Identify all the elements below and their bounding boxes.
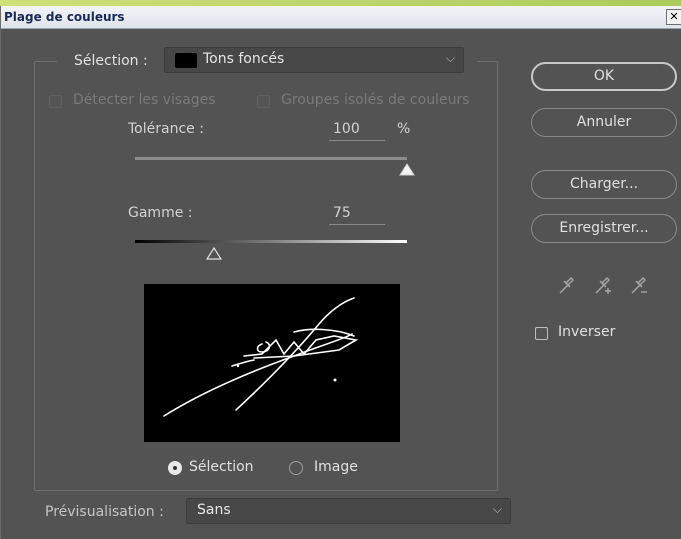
preview-mode-label: Prévisualisation : <box>45 504 164 520</box>
invert-checkbox[interactable] <box>535 327 548 340</box>
tolerance-value-field[interactable]: 100 <box>333 121 360 137</box>
preview-mode-value: Sans <box>197 502 231 518</box>
view-image-radio[interactable] <box>289 461 303 475</box>
view-selection-label: Sélection <box>189 459 254 475</box>
eyedropper-add-icon[interactable] <box>593 276 613 296</box>
selection-value: Tons foncés <box>203 51 285 67</box>
tolerance-slider-track[interactable] <box>135 157 407 160</box>
selection-label: Sélection : <box>74 53 148 69</box>
color-swatch <box>175 53 197 68</box>
eyedropper-subtract-icon[interactable] <box>629 276 649 296</box>
tolerance-slider-thumb[interactable] <box>399 163 415 176</box>
eyedropper-icon[interactable] <box>557 276 575 296</box>
range-slider-thumb[interactable] <box>205 247 222 260</box>
tolerance-unit: % <box>397 121 411 137</box>
detect-faces-label: Détecter les visages <box>73 92 216 108</box>
color-range-dialog: Plage de couleurs ✕ Sélection : Tons fon… <box>0 6 681 539</box>
load-button[interactable]: Charger... <box>531 170 677 199</box>
localized-clusters-checkbox[interactable] <box>257 95 270 108</box>
chevron-down-icon: ⌵ <box>445 51 455 65</box>
selection-dropdown[interactable]: Tons foncés ⌵ <box>164 47 464 73</box>
preview-mode-dropdown[interactable]: Sans ⌵ <box>186 498 511 524</box>
detect-faces-checkbox[interactable] <box>49 95 62 108</box>
cancel-button[interactable]: Annuler <box>531 108 677 137</box>
localized-clusters-label: Groupes isolés de couleurs <box>281 92 470 108</box>
ok-button[interactable]: OK <box>531 62 677 91</box>
view-image-label: Image <box>314 459 358 475</box>
tolerance-label: Tolérance : <box>128 121 204 137</box>
title-bar[interactable]: Plage de couleurs ✕ <box>1 6 681 29</box>
range-value-field[interactable]: 75 <box>333 205 351 221</box>
view-selection-radio[interactable] <box>168 461 182 475</box>
chevron-down-icon: ⌵ <box>492 502 502 516</box>
range-slider-track[interactable] <box>135 240 407 243</box>
dialog-title: Plage de couleurs <box>4 10 125 24</box>
invert-label: Inverser <box>558 324 616 340</box>
range-label: Gamme : <box>128 205 193 221</box>
close-button[interactable]: ✕ <box>666 9 681 25</box>
save-button[interactable]: Enregistrer... <box>531 214 677 243</box>
range-field-underline <box>329 224 385 225</box>
selection-preview-image <box>144 284 400 442</box>
signature-image <box>163 297 359 417</box>
tolerance-field-underline <box>329 140 385 141</box>
